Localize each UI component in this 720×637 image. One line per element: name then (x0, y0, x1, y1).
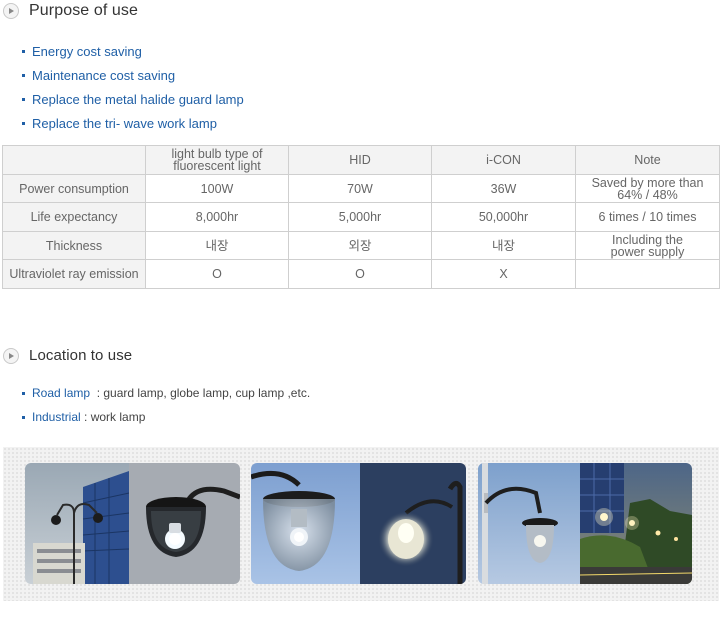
table-row: Life expectancy 8,000hr 5,000hr 50,000hr… (2, 202, 720, 232)
location-separator: : (80, 410, 91, 424)
street-night-photo (580, 463, 692, 584)
cup-lamp-day-photo (478, 463, 580, 584)
table-header-row: light bulb type of fluorescent light HID… (2, 145, 720, 175)
table-header-cell: light bulb type of fluorescent light (145, 145, 289, 175)
table-cell: 외장 (288, 231, 432, 260)
location-key: Industrial (32, 410, 81, 424)
table-row: Ultraviolet ray emission O O X (2, 259, 720, 289)
table-header-cell (2, 145, 146, 175)
square-bullet-icon (22, 415, 25, 419)
location-value: guard lamp, globe lamp, cup lamp ,etc. (103, 386, 311, 400)
globe-lamp-day-photo (251, 463, 360, 584)
globe-lamp-closeup-photo (129, 463, 240, 584)
row-label: Power consumption (2, 174, 146, 203)
table-cell: Including the power supply (575, 231, 720, 260)
purpose-item-text: Maintenance cost saving (32, 67, 176, 83)
purpose-title: Purpose of use (29, 2, 139, 19)
location-separator: : (90, 386, 104, 400)
table-row: Power consumption 100W 70W 36W Saved by … (2, 174, 720, 203)
photo-gallery (3, 447, 719, 601)
purpose-item-text: Energy cost saving (32, 43, 142, 59)
comparison-table: light bulb type of fluorescent light HID… (2, 145, 720, 289)
table-header-cell: Note (575, 145, 720, 175)
table-cell: 36W (431, 174, 576, 203)
location-value: work lamp (90, 410, 146, 424)
globe-lamp-night-photo (360, 463, 466, 584)
row-label: Life expectancy (2, 202, 146, 232)
street-lamp-building-photo (25, 463, 129, 584)
location-section-header: Location to use (3, 347, 132, 364)
square-bullet-icon (22, 73, 25, 77)
purpose-item-text: Replace the metal halide guard lamp (32, 91, 244, 107)
row-label: Thickness (2, 231, 146, 260)
table-cell: X (431, 259, 576, 289)
location-list: Road lamp : guard lamp, globe lamp, cup … (22, 381, 310, 429)
list-item: Replace the metal halide guard lamp (22, 87, 244, 111)
square-bullet-icon (22, 391, 25, 395)
play-circle-icon (3, 347, 19, 364)
table-cell: 6 times / 10 times (575, 202, 720, 232)
location-key: Road lamp (32, 386, 91, 400)
table-header-cell: i-CON (431, 145, 576, 175)
purpose-item-text: Replace the tri- wave work lamp (32, 115, 217, 131)
list-item: Energy cost saving (22, 39, 244, 63)
location-title: Location to use (29, 347, 133, 364)
table-cell: 내장 (145, 231, 289, 260)
play-circle-icon (3, 3, 19, 19)
table-cell: 5,000hr (288, 202, 432, 232)
street-lamp-photo (25, 463, 240, 584)
cup-lamp-photo (478, 463, 692, 584)
list-item: Industrial : work lamp (22, 405, 310, 429)
globe-lamp-photo (251, 463, 466, 584)
list-item: Road lamp : guard lamp, globe lamp, cup … (22, 381, 310, 405)
table-cell (575, 259, 720, 289)
table-cell: O (288, 259, 432, 289)
square-bullet-icon (22, 121, 25, 125)
table-cell: 내장 (431, 231, 576, 260)
square-bullet-icon (22, 49, 25, 53)
table-cell: O (145, 259, 289, 289)
purpose-list: Energy cost saving Maintenance cost savi… (22, 39, 244, 135)
row-label: Ultraviolet ray emission (2, 259, 146, 289)
table-cell: Saved by more than 64% / 48% (575, 174, 720, 203)
list-item: Maintenance cost saving (22, 63, 244, 87)
list-item: Replace the tri- wave work lamp (22, 111, 244, 135)
table-cell: 70W (288, 174, 432, 203)
table-cell: 100W (145, 174, 289, 203)
table-cell: 8,000hr (145, 202, 289, 232)
table-row: Thickness 내장 외장 내장 Including the power s… (2, 231, 720, 260)
table-cell: 50,000hr (431, 202, 576, 232)
table-header-cell: HID (288, 145, 432, 175)
square-bullet-icon (22, 97, 25, 101)
purpose-section-header: Purpose of use (3, 2, 138, 20)
